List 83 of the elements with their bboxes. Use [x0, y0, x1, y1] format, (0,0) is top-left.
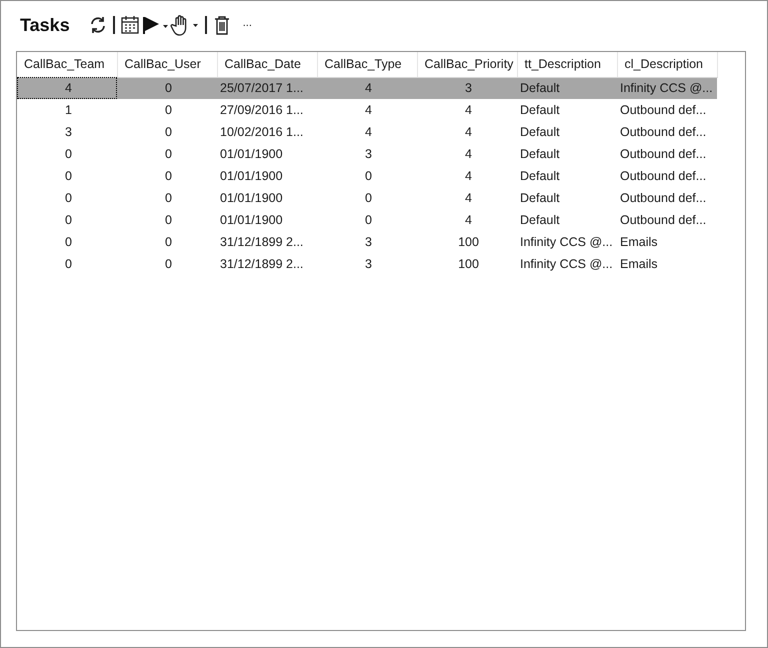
table-cell: 4 — [317, 77, 417, 99]
table-cell-text: 0 — [64, 168, 73, 185]
table-cell-text: Infinity CCS @... — [519, 256, 614, 273]
table-cell: 4 — [417, 99, 517, 121]
table-row[interactable]: 0 0 31/12/1899 2... 3 100 Infinity CCS @... Emails — [17, 231, 717, 253]
flag-icon[interactable] — [140, 15, 169, 35]
table-cell-text: 0 — [164, 124, 173, 141]
table-cell-text: Default — [519, 190, 561, 207]
table-row[interactable]: 3 0 10/02/2016 1... 4 4 Default Outbound def... — [17, 121, 717, 143]
table-cell-text: 0 — [64, 256, 73, 273]
table-cell-text: 01/01/1900 — [219, 146, 284, 163]
table-cell-text: 01/01/1900 — [219, 190, 284, 207]
table-row[interactable]: 0 0 01/01/1900 0 4 Default Outbound def... — [17, 187, 717, 209]
table-cell-text: 0 — [64, 146, 73, 163]
column-header[interactable]: CallBac_Type — [317, 52, 417, 77]
table-cell-text: Outbound def... — [619, 124, 708, 141]
column-header[interactable]: CallBac_Priority — [417, 52, 517, 77]
table-cell-text: Default — [519, 124, 561, 141]
table-cell-text: 0 — [164, 234, 173, 251]
table-cell-text: 3 — [364, 234, 373, 251]
table-cell-text: 31/12/1899 2... — [219, 256, 304, 273]
table-row[interactable]: 0 0 01/01/1900 3 4 Default Outbound def... — [17, 143, 717, 165]
table-cell-text: 100 — [457, 234, 480, 251]
table-cell: Default — [517, 77, 617, 99]
table-cell-text: Default — [519, 212, 561, 229]
table-cell: Outbound def... — [617, 99, 717, 121]
table-cell-text: 0 — [64, 234, 73, 251]
table-cell-text: 0 — [64, 190, 73, 207]
table-cell-text: 01/01/1900 — [219, 168, 284, 185]
table-cell-text: Infinity CCS @... — [519, 234, 614, 251]
table-cell-text: 4 — [464, 190, 473, 207]
table-cell-text: Emails — [619, 256, 659, 273]
table-cell-text: 4 — [464, 168, 473, 185]
table-cell-text: Outbound def... — [619, 146, 708, 163]
table-cell: 1 — [17, 99, 117, 121]
table-cell-text: 0 — [164, 168, 173, 185]
table-row[interactable]: 0 0 31/12/1899 2... 3 100 Infinity CCS @... Emails — [17, 253, 717, 275]
table-cell-text: 0 — [364, 212, 373, 229]
table-cell: Default — [517, 99, 617, 121]
table-cell-text: 0 — [364, 190, 373, 207]
table-cell: 25/07/2017 1... — [217, 77, 317, 99]
column-header[interactable]: CallBac_User — [117, 52, 217, 77]
table-cell-text: 4 — [464, 146, 473, 163]
table-cell-text: 0 — [164, 190, 173, 207]
table-cell-text: Emails — [619, 234, 659, 251]
more-button[interactable]: ... — [242, 17, 252, 33]
table-cell-text: 31/12/1899 2... — [219, 234, 304, 251]
table-cell-text: 4 — [464, 124, 473, 141]
table-cell-text: Default — [519, 168, 561, 185]
table-cell-text: 01/01/1900 — [219, 212, 284, 229]
table-cell-text: 0 — [164, 212, 173, 229]
calendar-icon[interactable] — [120, 15, 140, 35]
table-cell: Infinity CCS @... — [617, 77, 717, 99]
table-cell-text: Outbound def... — [619, 212, 708, 229]
column-header[interactable]: cl_Description — [617, 52, 717, 77]
table-cell-text: 0 — [164, 146, 173, 163]
table-cell-text: 3 — [64, 124, 73, 141]
table-cell: 4 — [317, 99, 417, 121]
table-cell-text: Outbound def... — [619, 168, 708, 185]
table-cell-text: 0 — [64, 212, 73, 229]
table-cell-text: Outbound def... — [619, 190, 708, 207]
table-cell-text: 3 — [364, 146, 373, 163]
table-row[interactable]: 4 0 25/07/2017 1... 4 3 Default Infinity CCS @... — [17, 77, 717, 99]
table-cell-text: 100 — [457, 256, 480, 273]
table-cell: 4 — [17, 77, 117, 99]
table-row[interactable]: 1 0 27/09/2016 1... 4 4 Default Outbound def... — [17, 99, 717, 121]
table-cell-text: 10/02/2016 1... — [219, 124, 304, 141]
table-cell-text: 4 — [464, 212, 473, 229]
table-cell-text: 0 — [164, 256, 173, 273]
table-cell-text: 4 — [364, 124, 373, 141]
column-header[interactable]: CallBac_Date — [217, 52, 317, 77]
table-cell-text: 3 — [364, 256, 373, 273]
table-cell: 0 — [117, 77, 217, 99]
table-row[interactable]: 0 0 01/01/1900 0 4 Default Outbound def... — [17, 165, 717, 187]
table-row[interactable]: 0 0 01/01/1900 0 4 Default Outbound def... — [17, 209, 717, 231]
panel-title: Tasks — [20, 14, 70, 36]
table-cell: 3 — [417, 77, 517, 99]
table-cell: 0 — [117, 99, 217, 121]
table-cell-text: 0 — [364, 168, 373, 185]
column-header[interactable]: tt_Description — [517, 52, 617, 77]
table-cell-text: Default — [519, 146, 561, 163]
table-cell: 27/09/2016 1... — [217, 99, 317, 121]
hand-icon[interactable] — [170, 14, 200, 36]
